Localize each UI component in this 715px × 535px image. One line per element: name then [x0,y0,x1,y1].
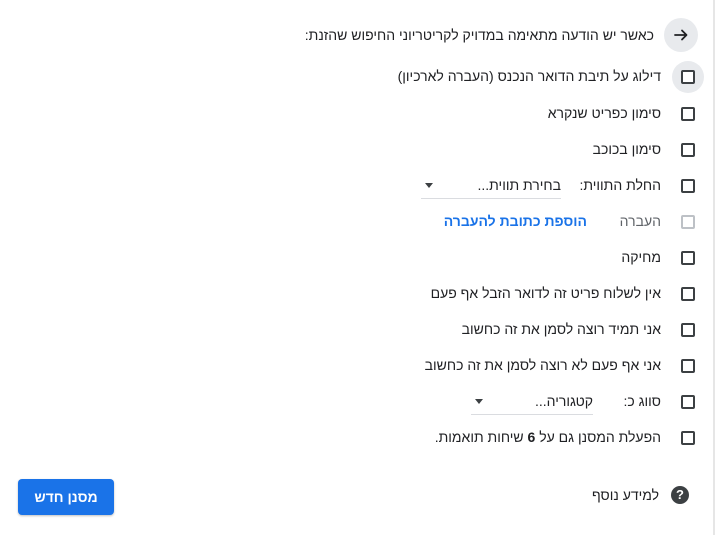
mark-read-checkbox[interactable] [681,107,695,121]
apply-matching-text-before: הפעלת המסנן גם על [539,429,661,445]
skip-inbox-checkbox[interactable] [681,70,695,84]
never-important-checkbox[interactable] [681,359,695,373]
filter-criteria-header: כאשר יש הודעה מתאימה במדויק לקריטריוני ה… [304,27,654,43]
action-apply-label: החלת התווית: בחירת תווית... [0,172,695,200]
help-circle-icon: ? [671,486,689,504]
always-important-label: אני תמיד רוצה לסמן את זה כחשוב [461,321,661,337]
dropdown-arrow-icon [475,399,483,404]
apply-label-checkbox[interactable] [681,179,695,193]
action-star: סימון בכוכב [0,136,695,164]
matching-count: 6 [527,429,536,445]
dropdown-arrow-icon [425,183,433,188]
never-spam-label: אין לשלוח פריט זה לדואר הזבל אף פעם [430,285,661,301]
apply-matching-label: הפעלת המסנן גם על 6 שיחות תואמות. [435,429,661,445]
back-arrow-button[interactable] [664,18,698,52]
never-important-label: אני אף פעם לא רוצה לסמן את זה כחשוב [424,357,661,373]
mark-read-label: סימון כפריט שנקרא [547,105,661,121]
action-always-important: אני תמיד רוצה לסמן את זה כחשוב [0,316,695,344]
action-mark-read: סימון כפריט שנקרא [0,100,695,128]
apply-matching-checkbox[interactable] [681,431,695,445]
action-never-important: אני אף פעם לא רוצה לסמן את זה כחשוב [0,352,695,380]
create-filter-button[interactable]: מסנן חדש [18,479,114,515]
star-checkbox[interactable] [681,143,695,157]
delete-checkbox[interactable] [681,251,695,265]
apply-matching-text-after: שיחות תואמות. [434,429,524,445]
category-select[interactable]: קטגוריה... [471,388,593,415]
star-label: סימון בכוכב [592,141,661,157]
action-forward: העברה הוספת כתובת להעברה [0,208,695,236]
forward-label: העברה [619,213,661,229]
categorize-label: סווג כ: [623,393,661,409]
apply-label-label: החלת התווית: [579,177,661,193]
forward-checkbox[interactable] [681,215,695,229]
action-skip-inbox: דילוג על תיבת הדואר הנכנס (העברה לארכיון… [0,61,704,93]
skip-inbox-label: דילוג על תיבת הדואר הנכנס (העברה לארכיון… [397,68,661,84]
arrow-right-icon [674,29,688,41]
action-apply-matching: הפעלת המסנן גם על 6 שיחות תואמות. [0,424,695,452]
categorize-checkbox[interactable] [681,395,695,409]
action-never-spam: אין לשלוח פריט זה לדואר הזבל אף פעם [0,280,695,308]
always-important-checkbox[interactable] [681,323,695,337]
action-delete: מחיקה [0,244,695,272]
never-spam-checkbox[interactable] [681,287,695,301]
label-select[interactable]: בחירת תווית... [421,172,561,199]
label-select-value: בחירת תווית... [477,177,562,193]
action-categorize: סווג כ: קטגוריה... [0,388,695,416]
add-forwarding-address-link[interactable]: הוספת כתובת להעברה [444,213,587,229]
delete-label: מחיקה [621,249,661,265]
category-select-value: קטגוריה... [534,393,593,409]
learn-more-label: למידע נוסף [591,487,659,503]
